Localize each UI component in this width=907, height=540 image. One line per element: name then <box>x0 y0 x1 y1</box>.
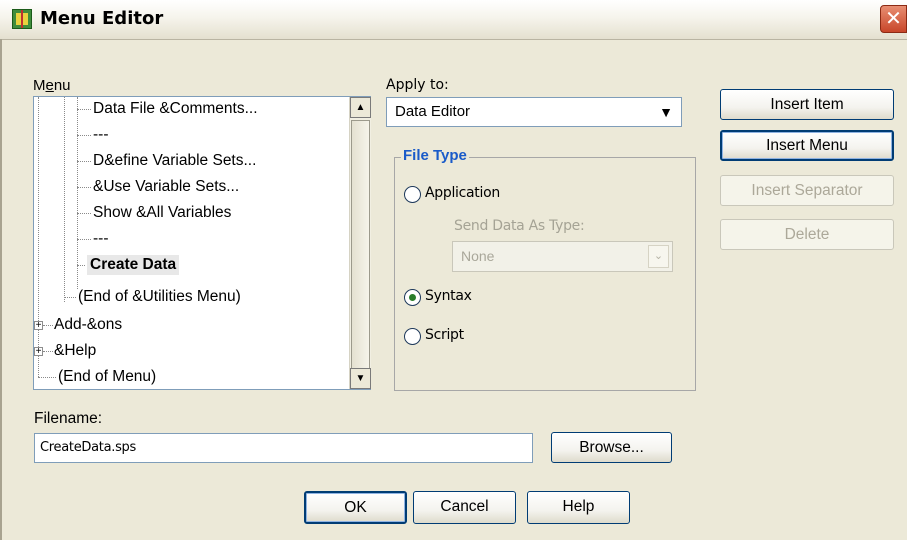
tree-item-create-data[interactable]: Create Data <box>87 255 180 275</box>
tree-item-end-of-menu[interactable]: (End of Menu) <box>58 367 156 387</box>
send-data-value: None <box>461 248 495 264</box>
tree-connector <box>43 325 53 326</box>
cancel-button[interactable]: Cancel <box>413 491 516 524</box>
tree-connector <box>43 351 53 352</box>
tree-connector <box>77 97 78 289</box>
tree-item-use-variable-sets[interactable]: &Use Variable Sets... <box>93 177 239 197</box>
tree-connector <box>38 97 39 377</box>
tree-connector <box>64 297 76 298</box>
menu-tree-scrollbar[interactable]: ▲ ▼ <box>349 97 371 389</box>
tree-item-data-file-comments[interactable]: Data File &Comments... <box>93 99 258 119</box>
tree-item-help[interactable]: &Help <box>54 341 96 361</box>
tree-item-show-all-variables[interactable]: Show &All Variables <box>93 203 231 223</box>
close-button[interactable]: ✕ <box>880 5 907 33</box>
radio-syntax-label: Syntax <box>425 288 472 304</box>
tree-connector <box>77 239 91 240</box>
scroll-down-button[interactable]: ▼ <box>350 368 371 389</box>
close-icon: ✕ <box>885 8 902 30</box>
menu-label: Menu <box>33 77 71 94</box>
radio-application-label: Application <box>425 185 500 201</box>
radio-script-label: Script <box>425 327 464 343</box>
ok-button[interactable]: OK <box>304 491 407 524</box>
apply-to-value: Data Editor <box>395 103 471 120</box>
tree-connector <box>77 161 91 162</box>
filename-label: Filename: <box>34 410 103 427</box>
tree-item-end-utilities-menu[interactable]: (End of &Utilities Menu) <box>78 287 241 307</box>
send-data-select: None ⌄ <box>452 241 673 272</box>
plus-box-icon[interactable]: + <box>34 321 43 331</box>
window-frame <box>0 39 2 540</box>
arrow-up-icon: ▲ <box>355 102 366 113</box>
insert-item-button[interactable]: Insert Item <box>720 89 894 120</box>
scroll-up-button[interactable]: ▲ <box>350 97 371 118</box>
chevron-down-icon: ⌄ <box>648 245 669 268</box>
menu-tree[interactable]: Data File &Comments... --- D&efine Varia… <box>33 96 371 390</box>
apply-to-label: Apply to: <box>386 77 449 93</box>
menu-label-text: Menu <box>33 77 71 94</box>
apply-to-select[interactable]: Data Editor ▼ <box>386 97 682 127</box>
plus-box-icon[interactable]: + <box>34 347 43 357</box>
dropdown-arrow-icon: ▼ <box>659 104 673 120</box>
tree-item-add-ons[interactable]: Add-&ons <box>54 315 122 335</box>
radio-application[interactable] <box>404 186 421 203</box>
tree-connector <box>77 265 85 266</box>
tree-item-define-variable-sets[interactable]: D&efine Variable Sets... <box>93 151 256 171</box>
tree-connector <box>64 97 65 302</box>
tree-connector <box>77 109 91 110</box>
title-bar: Menu Editor ✕ <box>0 0 907 40</box>
radio-script[interactable] <box>404 328 421 345</box>
window-title: Menu Editor <box>40 8 164 29</box>
tree-item-separator[interactable]: --- <box>93 229 109 249</box>
tree-connector <box>77 213 91 214</box>
tree-item-separator[interactable]: --- <box>93 125 109 145</box>
insert-separator-button: Insert Separator <box>720 175 894 206</box>
insert-menu-button[interactable]: Insert Menu <box>720 130 894 161</box>
scroll-thumb[interactable] <box>351 120 370 369</box>
arrow-down-icon: ▼ <box>355 373 366 384</box>
help-button[interactable]: Help <box>527 491 630 524</box>
filename-field[interactable]: CreateData.sps <box>34 433 533 463</box>
file-type-title: File Type <box>401 147 469 164</box>
browse-button[interactable]: Browse... <box>551 432 672 463</box>
tree-connector <box>77 135 91 136</box>
radio-syntax[interactable] <box>404 289 421 306</box>
tree-connector <box>38 377 56 378</box>
delete-button: Delete <box>720 219 894 250</box>
menu-editor-icon <box>12 9 32 29</box>
send-data-label: Send Data As Type: <box>454 218 585 234</box>
tree-connector <box>77 187 91 188</box>
